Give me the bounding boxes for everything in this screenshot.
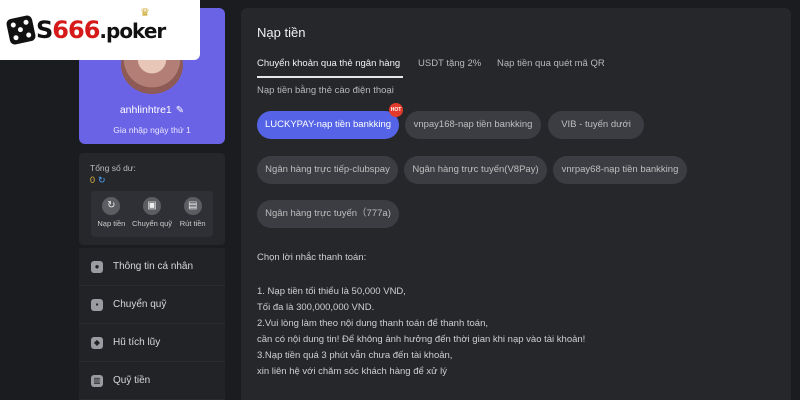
balance-actions: ↻ Nạp tiền ▣ Chuyển quỹ ▤ Rút tiền xyxy=(91,191,213,237)
sidebar-item-profile[interactable]: ● Thông tin cá nhân xyxy=(79,248,225,286)
method-vib[interactable]: VIB - tuyến dưới xyxy=(548,111,644,139)
tab-bank-transfer[interactable]: Chuyển khoản qua thẻ ngân hàng xyxy=(257,58,400,69)
payment-notes: Chọn lời nhắc thanh toán: 1. Nạp tiền tố… xyxy=(257,250,777,380)
logo-text: S666.poker xyxy=(36,16,166,44)
method-777a[interactable]: Ngân hàng trực tuyến（777a) xyxy=(257,200,399,228)
jar-icon: ◆ xyxy=(91,336,103,349)
method-vnpay168[interactable]: vnpay168-nạp tiền bankking xyxy=(405,111,541,139)
note-line: 3.Nạp tiền quá 3 phút vẫn chưa đến tài k… xyxy=(257,350,453,361)
wallet-icon: ▣ xyxy=(143,197,161,215)
note-line: cần có nội dung tin! Để không ảnh hưởng … xyxy=(257,334,586,345)
note-line: 1. Nạp tiền tối thiểu là 50,000 VND, xyxy=(257,286,406,297)
withdraw-icon: ▤ xyxy=(183,197,202,215)
fund-icon: ▥ xyxy=(91,374,103,387)
refresh-icon[interactable]: ↻ xyxy=(98,175,106,185)
join-days: Gia nhập ngày thứ 1 xyxy=(113,125,191,135)
method-v8pay[interactable]: Ngân hàng trực tuyến(V8Pay) xyxy=(404,156,547,184)
site-logo[interactable]: S666.poker ♛ xyxy=(0,0,200,60)
note-line: 2.Vui lòng làm theo nội dung thanh toán … xyxy=(257,318,488,329)
balance-box: Tổng số dư: 0 ↻ ↻ Nạp tiền ▣ Chuyển quỹ ▤… xyxy=(79,153,225,245)
deposit-icon: ↻ xyxy=(102,197,121,215)
note-line: Tối đa là 300,000,000 VND. xyxy=(257,302,375,313)
transfer-button[interactable]: ▣ Chuyển quỹ xyxy=(132,191,173,237)
page-title: Nạp tiền xyxy=(257,25,306,40)
deposit-button[interactable]: ↻ Nạp tiền xyxy=(91,191,132,237)
method-vnrpay68[interactable]: vnrpay68-nạp tiền bankking xyxy=(553,156,687,184)
tab-phone-card[interactable]: Nạp tiền bằng thẻ cào điện thoại xyxy=(257,85,394,96)
dice-icon xyxy=(5,14,37,46)
deposit-panel: Nạp tiền Chuyển khoản qua thẻ ngân hàng … xyxy=(241,8,791,400)
balance-value: 0 ↻ xyxy=(90,175,106,185)
notes-prompt: Chọn lời nhắc thanh toán: xyxy=(257,252,367,263)
hot-badge: HOT xyxy=(389,103,403,117)
active-tab-indicator xyxy=(257,76,403,78)
method-clubspay[interactable]: Ngân hàng trực tiếp-clubspay xyxy=(257,156,398,184)
user-icon: ● xyxy=(91,260,103,273)
tab-qr[interactable]: Nạp tiền qua quét mã QR xyxy=(497,58,605,69)
sidebar-item-fund[interactable]: ▥ Quỹ tiền xyxy=(79,362,225,400)
crown-icon: ♛ xyxy=(140,7,150,19)
sidebar-item-transfer[interactable]: ▪ Chuyển quỹ xyxy=(79,286,225,324)
edit-icon[interactable]: ✎ xyxy=(176,105,184,116)
sidebar-item-jar[interactable]: ◆ Hũ tích lũy xyxy=(79,324,225,362)
tab-usdt[interactable]: USDT tặng 2% xyxy=(418,58,481,69)
note-line: xin liên hệ với chăm sóc khách hàng để x… xyxy=(257,366,448,377)
method-luckypay[interactable]: LUCKYPAY-nạp tiền bankking HOT xyxy=(257,103,403,139)
sidebar-menu: ● Thông tin cá nhân ▪ Chuyển quỹ ◆ Hũ tích … xyxy=(79,248,225,400)
username: anhlinhtre1 ✎ xyxy=(119,104,185,116)
balance-label: Tổng số dư: xyxy=(90,163,136,173)
wallet-icon: ▪ xyxy=(91,298,103,311)
withdraw-button[interactable]: ▤ Rút tiền xyxy=(172,191,213,237)
